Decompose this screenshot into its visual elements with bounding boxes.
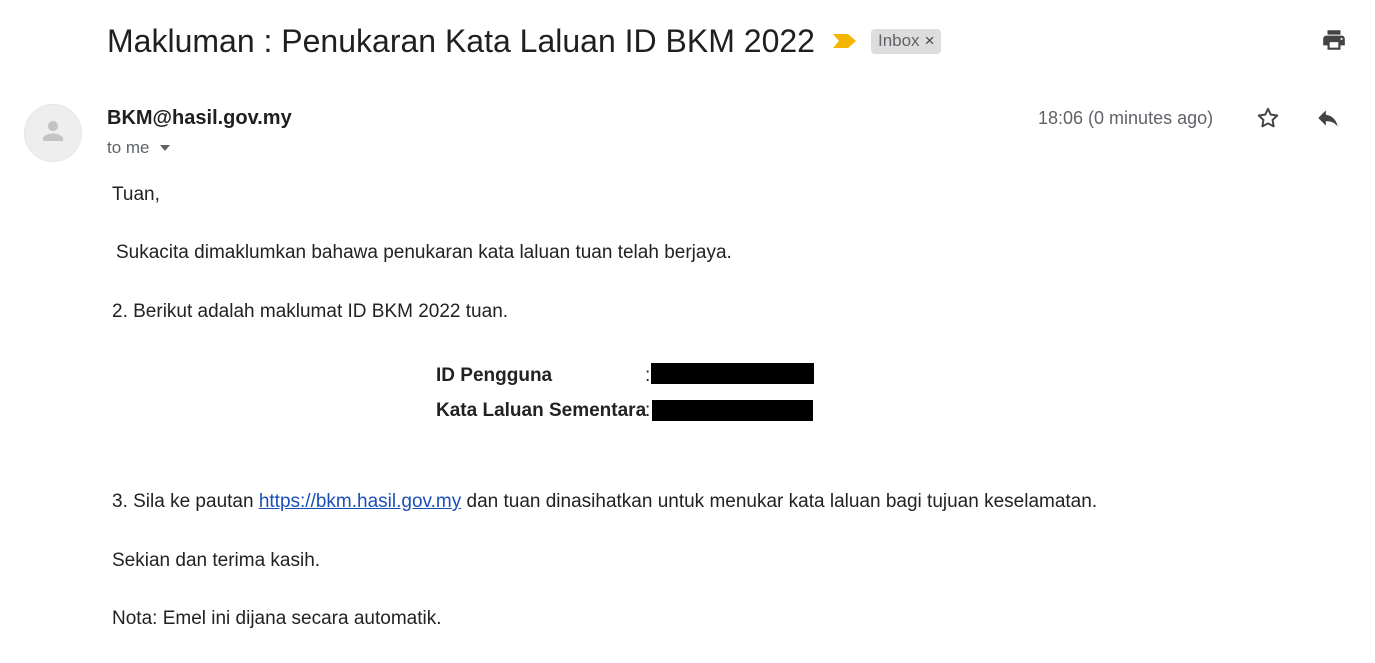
star-button[interactable]	[1252, 104, 1284, 136]
recipient-text: to me	[107, 138, 150, 157]
caret-down-icon[interactable]	[158, 143, 172, 153]
redacted-temp-password	[652, 400, 813, 421]
reply-icon	[1315, 105, 1341, 136]
closing-text: Sekian dan terima kasih.	[112, 550, 321, 571]
sender-email[interactable]: BKM@hasil.gov.my	[107, 107, 292, 130]
user-id-label: ID Pengguna	[436, 365, 553, 386]
remove-label-button[interactable]: ×	[925, 31, 935, 51]
email-view: Makluman : Penukaran Kata Laluan ID BKM …	[0, 0, 1375, 663]
inbox-label-chip: Inbox ×	[870, 28, 941, 54]
greeting-text: Tuan,	[112, 184, 160, 205]
bkm-portal-link[interactable]: https://bkm.hasil.gov.my	[259, 491, 461, 512]
link-paragraph: 3. Sila ke pautan https://bkm.hasil.gov.…	[112, 491, 1097, 513]
note-text: Nota: Emel ini dijana secara automatik.	[112, 608, 442, 629]
recipient-line: to me	[107, 138, 172, 158]
print-icon	[1320, 27, 1348, 58]
print-button[interactable]	[1318, 26, 1350, 58]
intro-paragraph: Sukacita dimaklumkan bahawa penukaran ka…	[116, 242, 732, 263]
label-chip-text: Inbox	[877, 30, 920, 50]
temp-password-label: Kata Laluan Sementara	[436, 400, 647, 421]
email-subject: Makluman : Penukaran Kata Laluan ID BKM …	[107, 22, 815, 59]
redacted-user-id	[651, 363, 814, 384]
link-suffix-text: dan tuan dinasihatkan untuk menukar kata…	[461, 491, 1098, 512]
importance-marker-icon[interactable]	[832, 32, 857, 50]
person-icon	[38, 116, 68, 151]
message-timestamp: 18:06 (0 minutes ago)	[1038, 108, 1214, 128]
subject-row: Makluman : Penukaran Kata Laluan ID BKM …	[107, 16, 941, 66]
star-icon	[1255, 105, 1281, 136]
sender-avatar[interactable]	[24, 104, 82, 162]
temp-password-separator: :	[645, 400, 651, 421]
info-paragraph: 2. Berikut adalah maklumat ID BKM 2022 t…	[112, 301, 509, 322]
user-id-separator: :	[645, 365, 651, 386]
link-prefix-text: 3. Sila ke pautan	[112, 491, 259, 512]
reply-button[interactable]	[1312, 104, 1344, 136]
